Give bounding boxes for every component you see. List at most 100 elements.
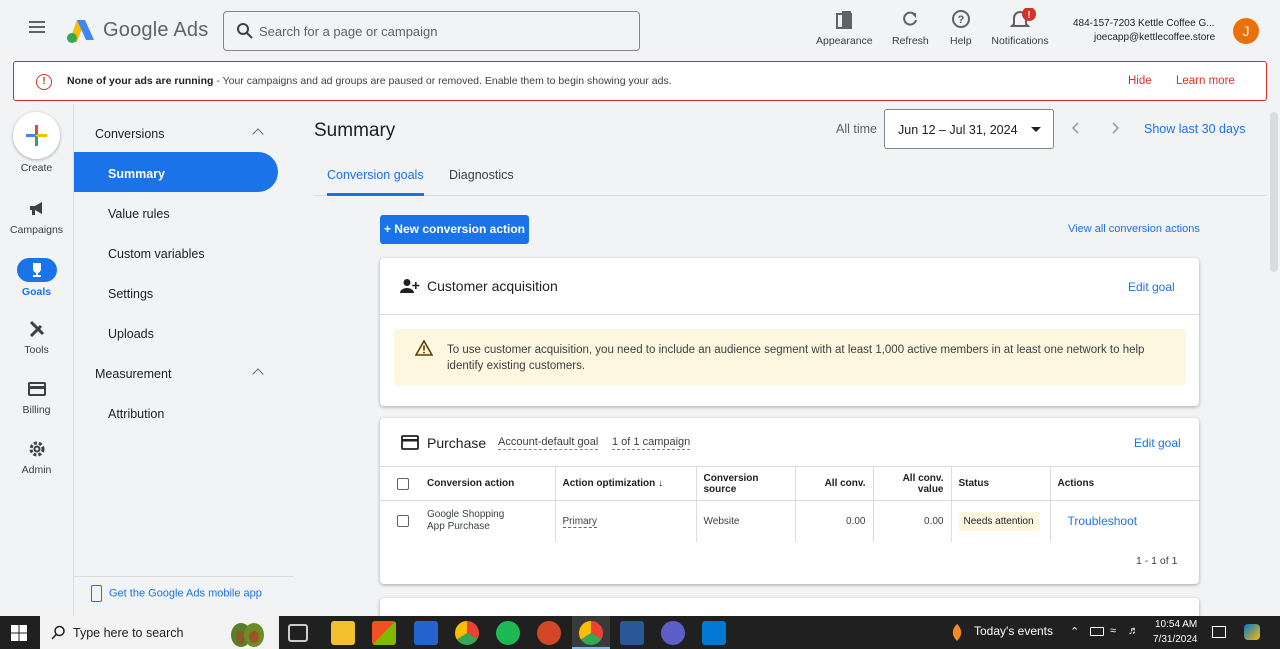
search-input[interactable]: Search for a page or campaign: [223, 11, 640, 51]
column-header-all-conv[interactable]: All conv.: [794, 466, 873, 501]
notifications-button[interactable]: ! Notifications: [989, 8, 1051, 47]
help-label: Help: [950, 35, 972, 47]
account-email[interactable]: joecapp@kettlecoffee.store: [1094, 32, 1215, 43]
banner-title: None of your ads are running: [67, 75, 214, 87]
nav-section-label: Measurement: [95, 367, 172, 381]
tools-icon: [29, 320, 44, 338]
page-title: Summary: [314, 120, 396, 141]
word-icon[interactable]: [620, 621, 644, 645]
optimization-cell: Primary: [554, 500, 696, 542]
error-icon: !: [36, 74, 52, 90]
refresh-label: Refresh: [892, 35, 929, 47]
todays-events[interactable]: Today's events: [974, 624, 1053, 638]
mobile-app-link[interactable]: Get the Google Ads mobile app: [91, 585, 262, 602]
warning-notice: To use customer acquisition, you need to…: [394, 329, 1186, 385]
chevron-right-icon[interactable]: [1108, 121, 1122, 135]
tab-diagnostics[interactable]: Diagnostics: [449, 168, 514, 193]
row-checkbox[interactable]: [397, 515, 409, 528]
column-header-label: Action optimization: [562, 478, 656, 489]
appearance-button[interactable]: Appearance: [816, 8, 873, 47]
phone-icon: [91, 585, 102, 602]
account-name[interactable]: 484-157-7203 Kettle Coffee G...: [1073, 18, 1225, 29]
edit-goal-link[interactable]: Edit goal: [1128, 280, 1175, 294]
column-header-status[interactable]: Status: [950, 466, 1050, 501]
column-header-conversion-action[interactable]: Conversion action: [420, 466, 555, 501]
microsoft-store-icon[interactable]: [372, 621, 396, 645]
clock-date[interactable]: 7/31/2024: [1153, 634, 1198, 645]
troubleshoot-link[interactable]: Troubleshoot: [1068, 514, 1138, 528]
create-button[interactable]: [13, 112, 60, 159]
battery-icon[interactable]: [1090, 627, 1104, 636]
column-header-conversion-source[interactable]: Conversion source: [695, 466, 795, 501]
date-range-value: Jun 12 – Jul 31, 2024: [898, 123, 1018, 137]
credit-card-icon: [401, 435, 419, 450]
nav-item-uploads[interactable]: Uploads: [74, 312, 278, 352]
tray-chevron-icon[interactable]: ⌃: [1070, 625, 1079, 638]
todo-icon[interactable]: [414, 621, 438, 645]
column-header-all-conv-value[interactable]: All conv. value: [872, 466, 951, 501]
clock-time[interactable]: 10:54 AM: [1155, 619, 1197, 630]
primary-label[interactable]: Primary: [562, 515, 597, 528]
tab-conversion-goals[interactable]: Conversion goals: [327, 168, 424, 196]
refresh-button[interactable]: Refresh: [892, 8, 929, 47]
appearance-icon: [836, 11, 853, 29]
copilot-icon[interactable]: [1244, 624, 1260, 640]
customer-acquisition-card: Customer acquisition Edit goal To use cu…: [380, 258, 1199, 406]
nav-item-value-rules[interactable]: Value rules: [74, 192, 278, 232]
scrollbar-thumb[interactable]: [1270, 112, 1278, 272]
date-range-picker[interactable]: Jun 12 – Jul 31, 2024: [884, 109, 1054, 149]
rail-item-billing[interactable]: Billing: [0, 380, 73, 416]
edit-goal-link[interactable]: Edit goal: [1134, 436, 1181, 450]
view-all-conversion-actions-link[interactable]: View all conversion actions: [1068, 223, 1200, 235]
nav-item-settings[interactable]: Settings: [74, 272, 278, 312]
conversion-action-link[interactable]: Google Shopping App Purchase: [420, 500, 555, 542]
chrome-icon[interactable]: [455, 621, 479, 645]
powerpoint-icon[interactable]: [537, 621, 561, 645]
rail-label-admin: Admin: [21, 464, 52, 476]
column-header-actions: Actions: [1049, 466, 1199, 501]
banner-text: - Your campaigns and ad groups are pause…: [213, 75, 672, 87]
svg-text:?: ?: [957, 14, 964, 26]
taskbar-search-box[interactable]: Type here to search: [40, 616, 279, 649]
select-all-checkbox[interactable]: [397, 477, 409, 490]
rail-item-admin[interactable]: Admin: [0, 440, 73, 476]
nav-item-summary[interactable]: Summary: [74, 152, 278, 192]
spotify-icon[interactable]: [496, 621, 520, 645]
credit-card-icon: [27, 382, 46, 396]
new-conversion-action-button[interactable]: + New conversion action: [380, 215, 529, 244]
wifi-icon[interactable]: ≈: [1110, 625, 1116, 637]
file-explorer-icon[interactable]: [331, 621, 355, 645]
windows-start-icon[interactable]: [11, 625, 27, 641]
account-default-goal-tag[interactable]: Account-default goal: [498, 436, 599, 450]
task-view-icon[interactable]: [288, 624, 308, 642]
taskbar-search-placeholder: Type here to search: [73, 626, 184, 640]
avocado-icon: [231, 623, 264, 647]
rail-item-goals[interactable]: Goals: [0, 258, 73, 298]
campaign-count-tag[interactable]: 1 of 1 campaign: [612, 436, 691, 450]
show-last-30-days-link[interactable]: Show last 30 days: [1144, 122, 1245, 136]
nav-item-attribution[interactable]: Attribution: [74, 392, 278, 432]
nav-section-measurement[interactable]: Measurement: [74, 352, 278, 392]
nav-section-conversions[interactable]: Conversions: [74, 112, 278, 152]
help-button[interactable]: ? Help: [950, 8, 972, 47]
rail-item-tools[interactable]: Tools: [0, 320, 73, 356]
banner-message: None of your ads are running - Your camp…: [67, 75, 672, 87]
nav-item-custom-variables[interactable]: Custom variables: [74, 232, 278, 272]
actions-cell: Troubleshoot: [1049, 500, 1199, 542]
outlook-icon[interactable]: [702, 621, 726, 645]
rail-item-campaigns[interactable]: Campaigns: [0, 200, 73, 236]
chevron-left-icon[interactable]: [1069, 121, 1083, 135]
volume-icon[interactable]: ♬: [1128, 625, 1139, 637]
avatar[interactable]: J: [1233, 18, 1259, 44]
column-header-action-optimization[interactable]: Action optimization ↓: [554, 466, 696, 501]
dropdown-arrow-icon: [1031, 127, 1041, 132]
teams-icon[interactable]: [661, 621, 685, 645]
notification-center-icon[interactable]: [1212, 626, 1226, 638]
person-add-icon: [400, 279, 420, 293]
notifications-label: Notifications: [991, 35, 1049, 47]
refresh-icon: [903, 11, 918, 26]
hamburger-menu-icon[interactable]: [22, 18, 52, 44]
learn-more-link[interactable]: Learn more: [1176, 75, 1235, 87]
chrome-active-icon[interactable]: [579, 621, 603, 645]
hide-button[interactable]: Hide: [1128, 75, 1152, 87]
